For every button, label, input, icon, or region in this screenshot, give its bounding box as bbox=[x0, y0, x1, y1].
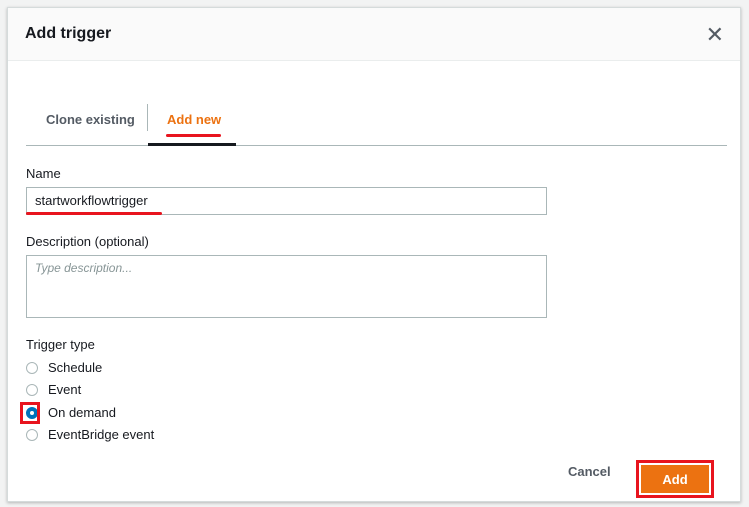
radio-schedule[interactable]: Schedule bbox=[26, 360, 102, 375]
radio-eventbridge-event[interactable]: EventBridge event bbox=[26, 427, 154, 442]
radio-label: EventBridge event bbox=[48, 427, 155, 442]
description-textarea[interactable]: Type description... bbox=[26, 255, 547, 318]
radio-label: On demand bbox=[48, 405, 116, 420]
tab-divider bbox=[147, 104, 148, 131]
radio-icon bbox=[26, 383, 38, 396]
cancel-button[interactable]: Cancel bbox=[568, 464, 611, 479]
add-button-highlight: Add bbox=[636, 460, 714, 498]
add-button[interactable]: Add bbox=[641, 465, 709, 493]
name-input[interactable]: startworkflowtrigger bbox=[26, 187, 547, 215]
tab-add-new[interactable]: Add new bbox=[167, 112, 221, 127]
description-label: Description (optional) bbox=[26, 234, 149, 249]
dialog-header: Add trigger ✕ bbox=[8, 8, 740, 61]
radio-label: Event bbox=[48, 382, 82, 397]
active-tab-indicator bbox=[148, 143, 236, 146]
radio-event[interactable]: Event bbox=[26, 382, 81, 397]
radio-icon bbox=[26, 361, 38, 374]
trigger-type-label: Trigger type bbox=[26, 337, 95, 352]
highlight-underline bbox=[166, 134, 221, 137]
radio-icon bbox=[26, 428, 38, 441]
highlight-box bbox=[20, 402, 40, 424]
dialog-title: Add trigger bbox=[25, 25, 112, 42]
highlight-underline bbox=[26, 212, 162, 215]
tab-clone-existing[interactable]: Clone existing bbox=[46, 112, 135, 127]
name-label: Name bbox=[26, 166, 61, 181]
tab-bar: Clone existing Add new bbox=[26, 104, 727, 146]
close-icon[interactable]: ✕ bbox=[706, 22, 724, 48]
add-trigger-dialog: Add trigger ✕ Clone existing Add new Nam… bbox=[7, 7, 741, 502]
radio-label: Schedule bbox=[48, 360, 103, 375]
